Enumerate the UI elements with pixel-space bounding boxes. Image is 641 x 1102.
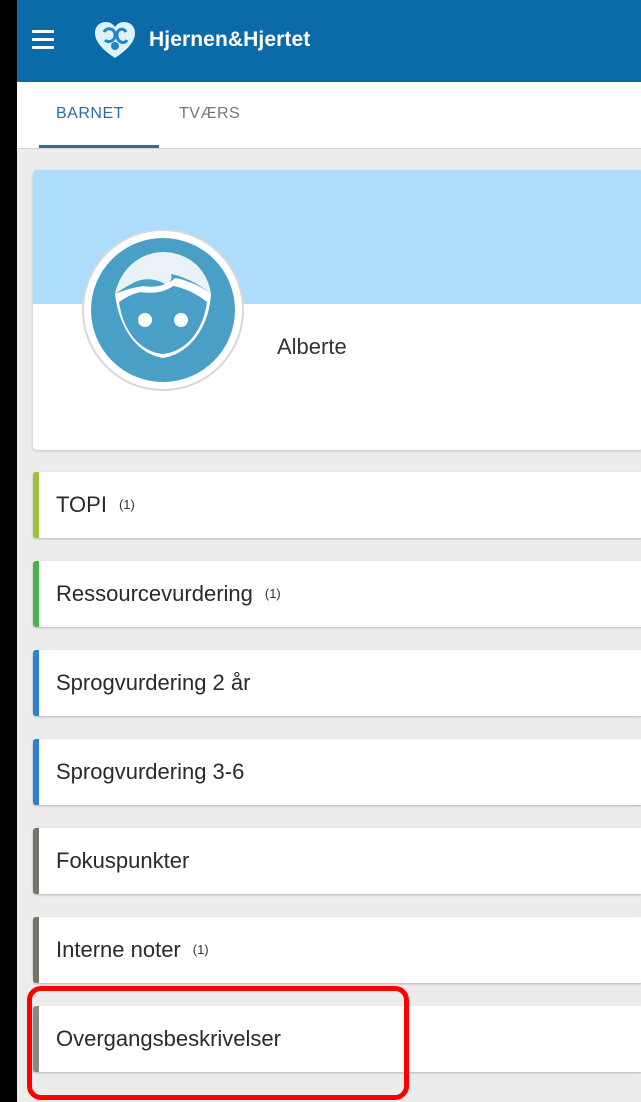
section-title: Ressourcevurdering bbox=[56, 581, 253, 606]
app-frame: Hjernen&Hjertet BARNET TVÆRS Alberte TOP… bbox=[17, 0, 641, 1102]
section-item-interne-noter[interactable]: Interne noter (1) bbox=[33, 917, 641, 983]
section-label-ressourcevurdering: Ressourcevurdering (1) bbox=[56, 561, 281, 627]
section-item-topi[interactable]: TOPI (1) bbox=[33, 472, 641, 538]
section-item-sprogvurdering-2-aar[interactable]: Sprogvurdering 2 år bbox=[33, 650, 641, 716]
section-count: (1) bbox=[118, 497, 135, 512]
child-name: Alberte bbox=[277, 334, 347, 359]
section-label-topi: TOPI (1) bbox=[56, 472, 135, 538]
section-title: Sprogvurdering 2 år bbox=[56, 670, 251, 695]
section-count: (1) bbox=[264, 586, 281, 601]
section-label-sprogvurdering-3-6: Sprogvurdering 3-6 bbox=[56, 739, 244, 805]
tab-bar: BARNET TVÆRS bbox=[17, 82, 641, 149]
section-title: Interne noter bbox=[56, 937, 181, 962]
section-title: TOPI bbox=[56, 492, 107, 517]
tab-tvaers[interactable]: TVÆRS bbox=[179, 82, 240, 148]
section-label-interne-noter: Interne noter (1) bbox=[56, 917, 209, 983]
child-face-avatar-icon[interactable] bbox=[81, 228, 245, 392]
section-item-ressourcevurdering[interactable]: Ressourcevurdering (1) bbox=[33, 561, 641, 627]
section-label-fokuspunkter: Fokuspunkter bbox=[56, 828, 189, 894]
app-bar: Hjernen&Hjertet bbox=[17, 0, 641, 82]
app-title: Hjernen&Hjertet bbox=[149, 28, 311, 51]
highlight-annotation-box bbox=[27, 986, 409, 1100]
section-item-fokuspunkter[interactable]: Fokuspunkter bbox=[33, 828, 641, 894]
section-item-sprogvurdering-3-6[interactable]: Sprogvurdering 3-6 bbox=[33, 739, 641, 805]
child-profile-card[interactable]: Alberte bbox=[33, 170, 641, 450]
heart-brain-logo-icon bbox=[93, 20, 137, 60]
section-title: Fokuspunkter bbox=[56, 848, 190, 873]
section-label-sprogvurdering-2-aar: Sprogvurdering 2 år bbox=[56, 650, 250, 716]
section-count: (1) bbox=[192, 942, 209, 957]
hamburger-menu-icon[interactable] bbox=[32, 30, 54, 50]
section-title: Sprogvurdering 3-6 bbox=[56, 759, 245, 784]
tab-barnet[interactable]: BARNET bbox=[39, 82, 159, 148]
